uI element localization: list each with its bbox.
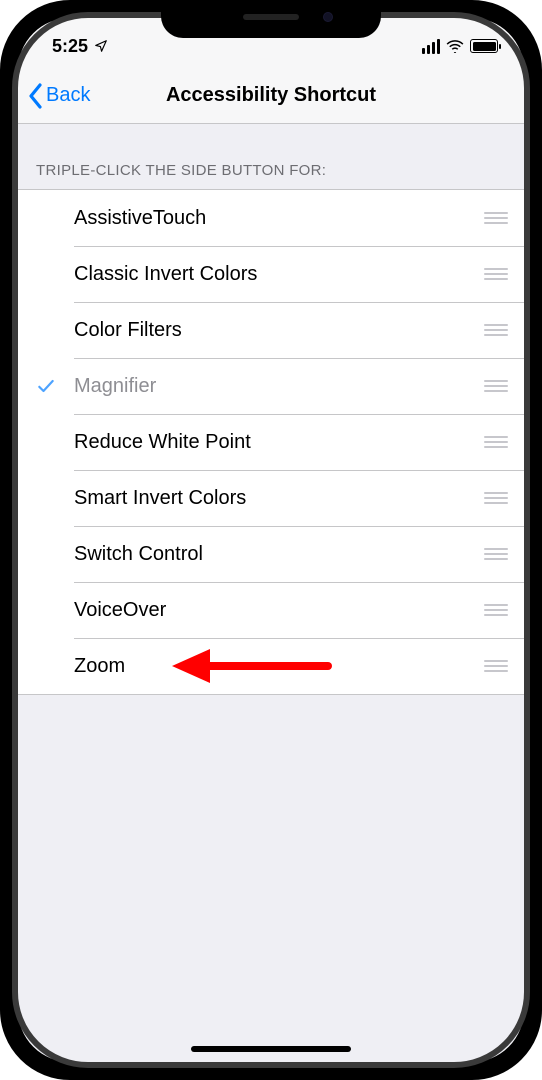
list-item-label: VoiceOver bbox=[74, 599, 468, 622]
phone-notch bbox=[161, 0, 381, 38]
reorder-handle-icon[interactable] bbox=[468, 268, 508, 280]
status-time: 5:25 bbox=[52, 36, 88, 57]
checkmark-slot bbox=[18, 376, 74, 396]
reorder-handle-icon[interactable] bbox=[468, 660, 508, 672]
phone-mute-switch bbox=[0, 170, 2, 205]
back-label: Back bbox=[46, 84, 90, 107]
list-item[interactable]: Classic Invert Colors bbox=[18, 246, 524, 302]
list-item-label: Classic Invert Colors bbox=[74, 263, 468, 286]
home-indicator[interactable] bbox=[191, 1046, 351, 1052]
list-item-label: AssistiveTouch bbox=[74, 207, 468, 230]
cellular-icon bbox=[422, 39, 440, 54]
list-item-label: Reduce White Point bbox=[74, 431, 468, 454]
page-title: Accessibility Shortcut bbox=[166, 84, 376, 107]
shortcut-list: AssistiveTouch Classic Invert Colors Color… bbox=[18, 189, 524, 695]
list-item-label: Magnifier bbox=[74, 375, 468, 398]
reorder-handle-icon[interactable] bbox=[468, 380, 508, 392]
list-item[interactable]: Zoom bbox=[18, 638, 524, 694]
list-item-label: Smart Invert Colors bbox=[74, 487, 468, 510]
list-item[interactable]: Color Filters bbox=[18, 302, 524, 358]
back-button[interactable]: Back bbox=[28, 83, 90, 109]
status-right bbox=[422, 39, 498, 54]
reorder-handle-icon[interactable] bbox=[468, 492, 508, 504]
phone-volume-up bbox=[0, 235, 2, 303]
status-left: 5:25 bbox=[52, 36, 108, 57]
list-item[interactable]: VoiceOver bbox=[18, 582, 524, 638]
wifi-icon bbox=[446, 39, 464, 53]
reorder-handle-icon[interactable] bbox=[468, 436, 508, 448]
list-item[interactable]: Reduce White Point bbox=[18, 414, 524, 470]
phone-volume-down bbox=[0, 318, 2, 386]
chevron-left-icon bbox=[28, 83, 44, 109]
list-item-label: Color Filters bbox=[74, 319, 468, 342]
reorder-handle-icon[interactable] bbox=[468, 604, 508, 616]
list-item[interactable]: Magnifier bbox=[18, 358, 524, 414]
list-item[interactable]: AssistiveTouch bbox=[18, 190, 524, 246]
nav-bar: Back Accessibility Shortcut bbox=[18, 68, 524, 124]
section-header: TRIPLE-CLICK THE SIDE BUTTON FOR: bbox=[18, 124, 524, 189]
reorder-handle-icon[interactable] bbox=[468, 324, 508, 336]
checkmark-icon bbox=[36, 376, 56, 396]
list-item-label: Switch Control bbox=[74, 543, 468, 566]
screen: 5:25 Back Acc bbox=[18, 18, 524, 1062]
list-item-label: Zoom bbox=[74, 655, 468, 678]
list-item[interactable]: Smart Invert Colors bbox=[18, 470, 524, 526]
list-item[interactable]: Switch Control bbox=[18, 526, 524, 582]
reorder-handle-icon[interactable] bbox=[468, 548, 508, 560]
location-icon bbox=[94, 39, 108, 53]
reorder-handle-icon[interactable] bbox=[468, 212, 508, 224]
battery-icon bbox=[470, 39, 498, 53]
